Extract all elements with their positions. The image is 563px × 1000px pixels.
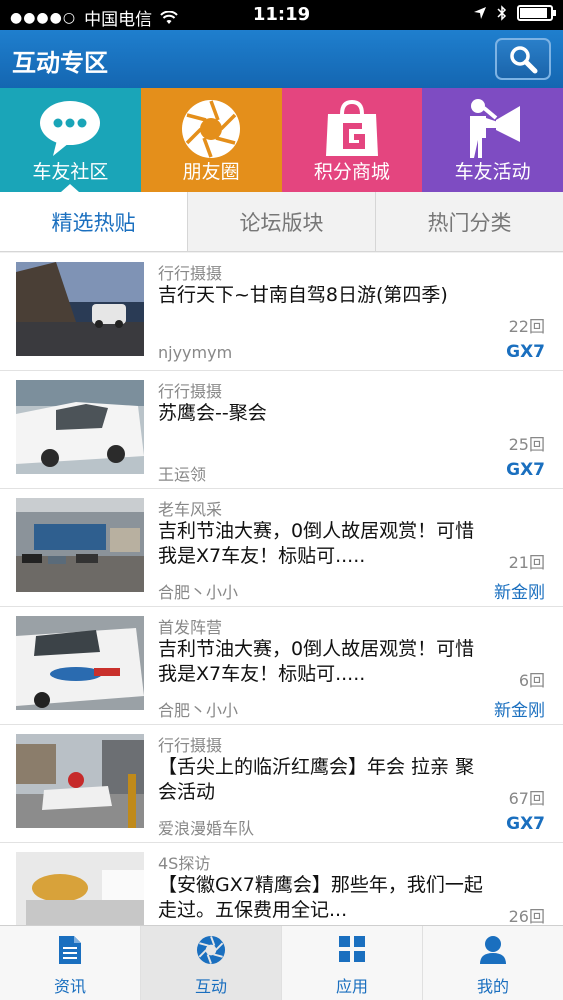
search-icon: [510, 46, 538, 74]
post-author: 合肥丶小小: [158, 701, 239, 720]
tab-forum-sections[interactable]: 论坛版块: [187, 192, 375, 251]
post-author: 合肥丶小小: [158, 583, 239, 602]
status-bar: ●●●●○ 中国电信 11:19: [0, 0, 563, 30]
tile-label: 车友活动: [454, 161, 531, 183]
post-title: 【舌尖上的临沂红鹰会】年会 拉亲 聚会活动: [158, 756, 475, 803]
post-thumbnail: [16, 380, 144, 474]
nav-news[interactable]: 资讯: [0, 926, 140, 1000]
reply-count: 21回: [508, 553, 545, 572]
post-thumbnail: [16, 852, 144, 925]
post-title: 苏鹰会--聚会: [158, 402, 267, 424]
list-item[interactable]: 行行摄摄 【舌尖上的临沂红鹰会】年会 拉亲 聚会活动 67回 爱浪漫婚车队 GX…: [0, 725, 563, 843]
list-item[interactable]: 老车风采 吉利节油大赛，0倒人故居观赏！可惜我是X7车友！标贴可..... 21…: [0, 489, 563, 607]
tile-car-events[interactable]: 车友活动: [422, 88, 563, 192]
car-model-tag: GX7: [506, 342, 545, 362]
person-icon: [480, 936, 506, 964]
post-category: 4S探访: [158, 854, 211, 873]
bottom-navigation: 资讯 互动 应用 我的: [0, 925, 563, 1000]
battery-icon: [517, 5, 556, 21]
category-tiles: 车友社区 朋友圈 积分商城 车友活动: [0, 88, 563, 192]
post-author: 王运领: [158, 465, 207, 484]
post-thumbnail: [16, 616, 144, 710]
nav-apps[interactable]: 应用: [281, 926, 422, 1000]
reply-count: 22回: [508, 317, 545, 336]
tab-bar: 精选热贴 论坛版块 热门分类: [0, 192, 563, 252]
nav-label: 资讯: [53, 977, 86, 996]
chat-bubble-icon: [40, 101, 101, 156]
reply-count: 6回: [518, 671, 545, 690]
shopping-bag-icon: [325, 99, 378, 156]
nav-interact[interactable]: 互动: [140, 926, 281, 1000]
document-icon: [59, 936, 81, 964]
post-author: 爱浪漫婚车队: [158, 819, 255, 838]
car-model-tag: 新金刚: [494, 701, 545, 721]
bluetooth-icon: [497, 5, 507, 21]
post-title: 吉利节油大赛，0倒人故居观赏！可惜我是X7车友！标贴可.....: [158, 638, 475, 685]
reply-count: 25回: [508, 435, 545, 454]
post-title: 吉行天下~甘南自驾8日游(第四季): [158, 284, 448, 306]
car-model-tag: GX7: [506, 814, 545, 834]
post-title: 【安徽GX7精鹰会】那些年，我们一起走过。五保费用全记...: [158, 874, 483, 921]
tile-points-mall[interactable]: 积分商城: [281, 88, 423, 192]
post-title: 吉利节油大赛，0倒人故居观赏！可惜我是X7车友！标贴可.....: [158, 520, 475, 567]
list-item[interactable]: 首发阵营 吉利节油大赛，0倒人故居观赏！可惜我是X7车友！标贴可..... 6回…: [0, 607, 563, 725]
post-author: njyymym: [158, 343, 233, 362]
list-item[interactable]: 行行摄摄 吉行天下~甘南自驾8日游(第四季) 22回 njyymym GX7: [0, 253, 563, 371]
tab-hot-categories[interactable]: 热门分类: [375, 192, 563, 251]
post-thumbnail: [16, 262, 144, 356]
car-model-tag: GX7: [506, 460, 545, 480]
post-thumbnail: [16, 498, 144, 592]
post-thumbnail: [16, 734, 144, 828]
list-item[interactable]: 4S探访 【安徽GX7精鹰会】那些年，我们一起走过。五保费用全记... 26回: [0, 843, 563, 925]
aperture-icon: [196, 935, 226, 965]
nav-profile[interactable]: 我的: [422, 926, 563, 1000]
page-title: 互动专区: [12, 49, 108, 77]
search-button[interactable]: [495, 38, 551, 80]
post-list: 行行摄摄 吉行天下~甘南自驾8日游(第四季) 22回 njyymym GX7 行…: [0, 253, 563, 925]
nav-label: 应用: [335, 977, 368, 996]
tile-label: 积分商城: [313, 161, 390, 183]
status-right: [473, 5, 556, 21]
list-item[interactable]: 行行摄摄 苏鹰会--聚会 25回 王运领 GX7: [0, 371, 563, 489]
grid-apps-icon: [339, 936, 365, 962]
post-category: 行行摄摄: [158, 736, 223, 755]
aperture-icon: [182, 100, 241, 158]
nav-label: 我的: [476, 977, 509, 996]
reply-count: 26回: [508, 907, 545, 925]
post-category: 行行摄摄: [158, 264, 223, 283]
app-header: 互动专区: [0, 30, 563, 88]
post-category: 老车风采: [158, 500, 223, 519]
post-category: 首发阵营: [158, 618, 223, 637]
tile-friends-circle[interactable]: 朋友圈: [140, 88, 282, 192]
tile-label: 车友社区: [32, 161, 109, 183]
tile-car-community[interactable]: 车友社区: [0, 88, 141, 192]
location-arrow-icon: [474, 7, 486, 19]
nav-label: 互动: [194, 977, 227, 996]
car-model-tag: 新金刚: [494, 583, 545, 603]
tab-featured-posts[interactable]: 精选热贴: [0, 192, 187, 251]
post-category: 行行摄摄: [158, 382, 223, 401]
tile-label: 朋友圈: [182, 161, 240, 183]
reply-count: 67回: [508, 789, 545, 808]
megaphone-person-icon: [469, 99, 520, 158]
